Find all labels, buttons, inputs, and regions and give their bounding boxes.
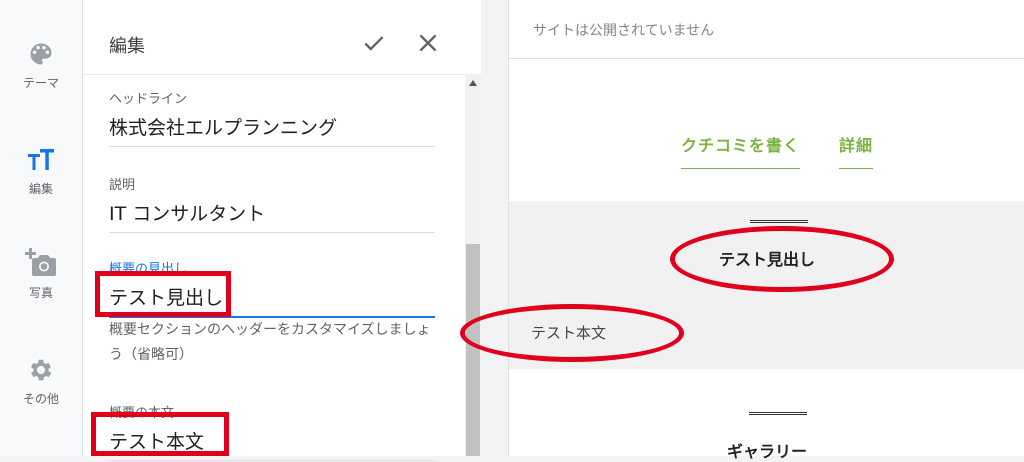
text-format-icon <box>28 149 54 170</box>
sidebar-item-other[interactable]: その他 <box>0 356 82 407</box>
description-label: 説明 <box>109 178 136 193</box>
unpublished-notice: サイトは公開されていません <box>509 0 1024 59</box>
annotation-ellipse-heading <box>670 226 894 292</box>
editor-panel: 編集 ヘッドライン 株式会社エルプランニング 説明 IT コンサルタント 概要の… <box>83 0 481 461</box>
write-review-button[interactable]: クチコミを書く <box>681 132 801 169</box>
headline-field[interactable]: ヘッドライン 株式会社エルプランニング <box>109 88 435 147</box>
close-icon[interactable] <box>415 30 441 56</box>
sidebar-item-photos[interactable]: 写真 <box>0 248 82 301</box>
section-divider <box>750 220 808 223</box>
sidebar-item-label: その他 <box>22 392 59 406</box>
sidebar-item-edit[interactable]: 編集 <box>0 146 82 197</box>
details-button[interactable]: 詳細 <box>839 132 874 169</box>
annotation-ellipse-body <box>460 304 684 362</box>
check-icon[interactable] <box>361 30 387 56</box>
headline-label: ヘッドライン <box>109 92 188 107</box>
description-input[interactable]: IT コンサルタント <box>109 199 435 233</box>
summary-heading-helper: 概要セクションのヘッダーをカスタマイズしましょう（省略可） <box>109 322 431 363</box>
editor-title: 編集 <box>109 36 145 57</box>
annotation-box-body <box>91 412 229 456</box>
site-preview: サイトは公開されていません クチコミを書く 詳細 テスト見出し テスト本文 ギャ… <box>508 0 1024 461</box>
sidebar-item-label: テーマ <box>22 76 59 90</box>
sidebar-item-label: 写真 <box>28 286 53 300</box>
sidebar-item-label: 編集 <box>28 182 53 196</box>
side-rail: テーマ 編集 写真 その他 <box>0 0 83 456</box>
gallery-divider <box>749 412 807 415</box>
notice-text: サイトは公開されていません <box>533 23 715 39</box>
headline-input[interactable]: 株式会社エルプランニング <box>109 113 435 147</box>
gear-icon <box>30 359 52 381</box>
scroll-up-arrow-icon[interactable] <box>469 80 477 86</box>
sidebar-item-theme[interactable]: テーマ <box>0 40 82 91</box>
add-photo-icon <box>25 248 56 276</box>
palette-icon <box>30 43 52 65</box>
description-field[interactable]: 説明 IT コンサルタント <box>109 174 435 233</box>
editor-header: 編集 <box>83 0 481 75</box>
annotation-box-heading <box>95 271 231 317</box>
scrollbar-thumb[interactable] <box>466 244 480 456</box>
gallery-heading: ギャラリー <box>726 442 807 461</box>
